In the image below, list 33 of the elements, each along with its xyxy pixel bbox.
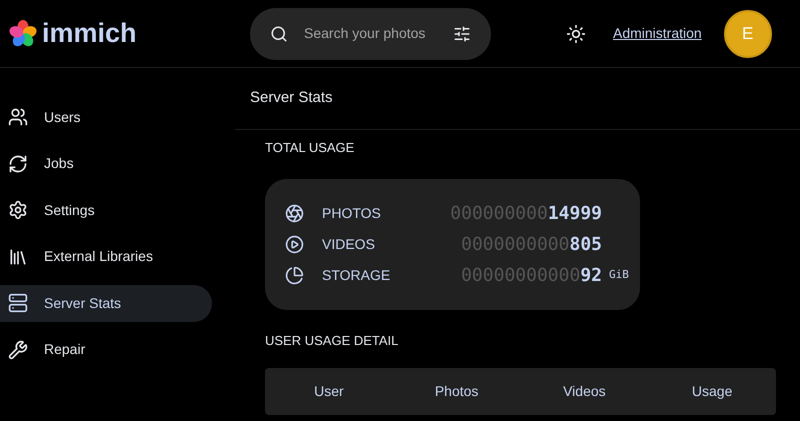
play-icon — [285, 234, 304, 254]
logo-icon — [8, 18, 38, 48]
sidebar-item[interactable]: Settings — [0, 192, 212, 228]
sidebar-item[interactable]: Jobs — [0, 146, 212, 182]
column-header: User — [313, 382, 345, 401]
search-icon — [270, 24, 288, 42]
administration-link[interactable]: Administration — [613, 23, 702, 44]
stat-label: PHOTOS — [322, 204, 382, 222]
stat-unit: GiB — [609, 266, 629, 283]
section-heading: TOTAL USAGE — [265, 139, 356, 157]
users-icon — [8, 107, 28, 128]
column-header: Usage — [690, 382, 734, 401]
sidebar-item[interactable]: Users — [0, 99, 212, 136]
filter-icon[interactable] — [453, 24, 471, 42]
sidebar-item[interactable]: Repair — [0, 332, 212, 368]
wrench-icon — [8, 340, 28, 360]
library-icon — [8, 246, 28, 267]
app-logo-text: immich — [42, 17, 137, 50]
sidebar-item[interactable]: Server Stats — [0, 285, 212, 322]
sidebar-item[interactable]: External Libraries — [0, 238, 212, 275]
aperture-icon — [285, 204, 304, 222]
stat-label: VIDEOS — [322, 234, 376, 254]
column-header: Photos — [434, 382, 480, 401]
column-header: Videos — [562, 382, 607, 401]
page-title: Server Stats — [250, 88, 333, 108]
search-field[interactable]: Search your photos — [304, 23, 437, 44]
section-heading: USER USAGE DETAIL — [265, 332, 400, 350]
pie-chart-icon — [285, 266, 304, 284]
theme-toggle-icon[interactable] — [566, 24, 586, 44]
gear-icon — [8, 200, 28, 220]
stat-label: STORAGE — [322, 266, 392, 284]
server-icon — [8, 293, 28, 314]
refresh-icon — [8, 154, 28, 174]
